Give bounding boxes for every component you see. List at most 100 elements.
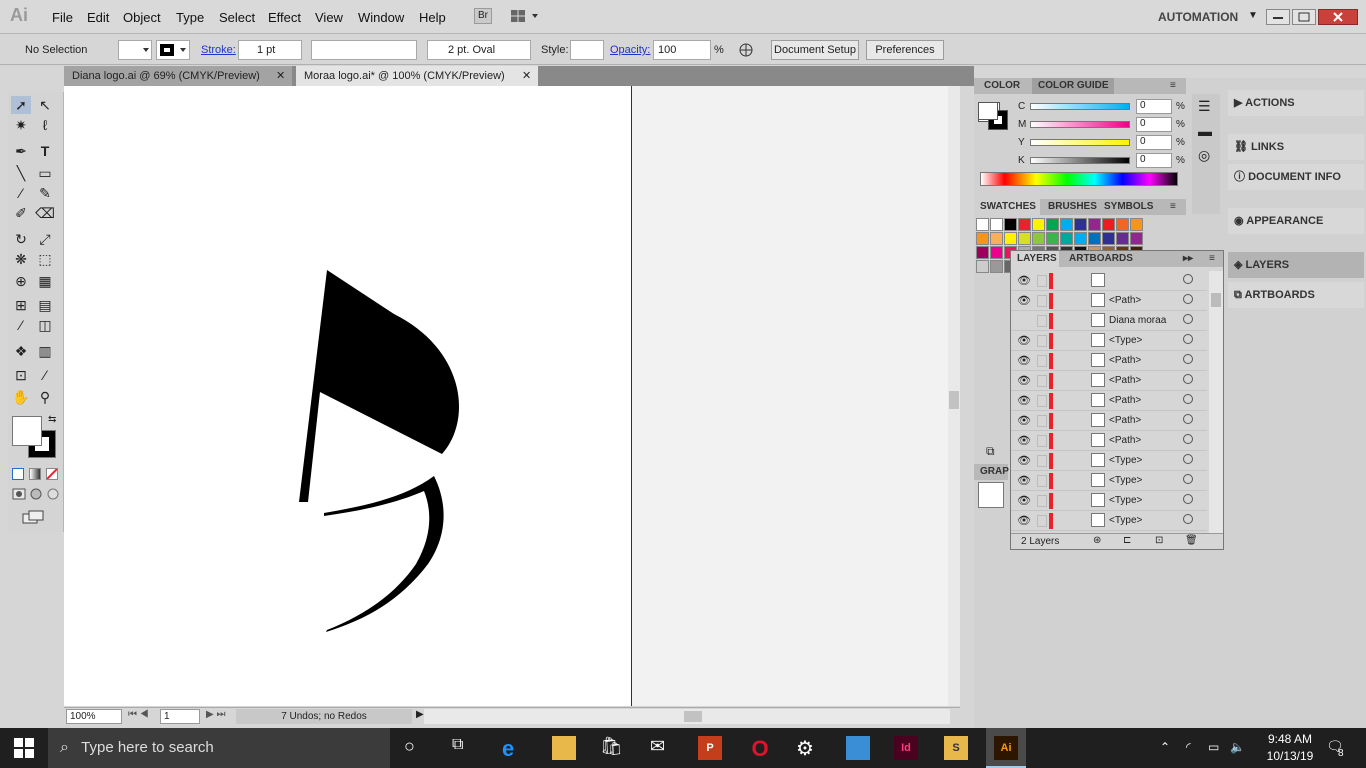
lock-toggle[interactable] (1037, 435, 1047, 447)
zoom-field[interactable]: 100% (66, 709, 122, 724)
chevron-down-icon[interactable]: ▼ (1248, 10, 1258, 21)
layer-name[interactable]: Diana moraa (1109, 315, 1166, 326)
layer-row[interactable]: 👁 <Type> (1011, 451, 1207, 471)
dock-artboards[interactable]: ⧉ ARTBOARDS (1228, 282, 1364, 308)
layer-name[interactable]: <Path> (1109, 295, 1141, 306)
mail-icon[interactable]: ✉ (650, 736, 674, 760)
target-icon[interactable] (1183, 294, 1193, 304)
swatch-chip[interactable] (976, 218, 989, 231)
swatch-chip[interactable] (1102, 218, 1115, 231)
layer-name[interactable]: <Path> (1109, 415, 1141, 426)
artboard-number-field[interactable]: 1 (160, 709, 200, 724)
layer-row[interactable]: 👁 <Path> (1011, 391, 1207, 411)
eye-icon[interactable]: 👁 (1017, 494, 1031, 507)
slice-tool-icon[interactable]: ⁄ (35, 366, 55, 384)
pen-tool-icon[interactable]: ✒ (11, 142, 31, 160)
workspace-switcher[interactable]: AUTOMATION (1158, 10, 1238, 24)
tab-color-guide[interactable]: COLOR GUIDE (1032, 78, 1114, 94)
swatch-chip[interactable] (1032, 218, 1045, 231)
graphic-styles-tab[interactable]: GRAP (974, 464, 1009, 480)
dock-document-info[interactable]: ⓘ DOCUMENT INFO (1228, 164, 1364, 190)
pencil-tool-icon[interactable]: ✎ (35, 184, 55, 202)
menu-view[interactable]: View (315, 10, 343, 25)
channel-y-field[interactable]: 0 (1136, 135, 1172, 150)
perspective-grid-tool-icon[interactable]: ▦ (35, 272, 55, 290)
clock-time[interactable]: 9:48 AM (1260, 732, 1320, 746)
layer-row[interactable]: Diana moraa (1011, 311, 1207, 331)
shape-builder-tool-icon[interactable]: ⊕ (11, 272, 31, 290)
layer-name[interactable]: <Path> (1109, 395, 1141, 406)
lock-toggle[interactable] (1037, 375, 1047, 387)
bridge-button[interactable]: Br (474, 8, 492, 24)
layer-name[interactable]: <Path> (1109, 375, 1141, 386)
target-icon[interactable] (1183, 474, 1193, 484)
eye-icon[interactable]: 👁 (1017, 414, 1031, 427)
swatch-chip[interactable] (1018, 218, 1031, 231)
fill-color-dropdown[interactable] (118, 40, 152, 60)
opera-icon[interactable]: O (748, 736, 772, 761)
cortana-icon[interactable]: ○ (404, 736, 428, 760)
layer-row[interactable]: 👁 <Type> (1011, 471, 1207, 491)
target-icon[interactable] (1183, 434, 1193, 444)
color-spectrum[interactable] (980, 172, 1178, 186)
dock-layers[interactable]: ◈ LAYERS (1228, 252, 1364, 278)
swatch-chip[interactable] (1004, 232, 1017, 245)
swatch-chip[interactable] (1004, 218, 1017, 231)
swatch-library-icon[interactable]: ⧉ (986, 444, 995, 459)
swatch-chip[interactable] (1116, 218, 1129, 231)
swatch-chip[interactable] (1018, 232, 1031, 245)
locate-object-icon[interactable]: ⊛ (1093, 535, 1101, 546)
restore-button[interactable] (1292, 9, 1316, 25)
minimize-button[interactable] (1266, 9, 1290, 25)
swatch-chip[interactable] (1060, 232, 1073, 245)
eye-icon[interactable]: 👁 (1017, 354, 1031, 367)
layer-name[interactable]: <Type> (1109, 515, 1142, 526)
menu-object[interactable]: Object (123, 10, 161, 25)
target-icon[interactable] (1183, 354, 1193, 364)
lock-toggle[interactable] (1037, 315, 1047, 327)
channel-m-field[interactable]: 0 (1136, 117, 1172, 132)
draw-inside-icon[interactable] (46, 488, 60, 500)
rotate-tool-icon[interactable]: ↻ (11, 230, 31, 248)
color-fill-front[interactable] (978, 102, 998, 120)
swatch-chip[interactable] (1130, 218, 1143, 231)
store-icon[interactable]: 🛍 (600, 736, 624, 760)
layer-name[interactable]: <Path> (1109, 355, 1141, 366)
layer-row[interactable]: 👁 (1011, 271, 1207, 291)
lock-toggle[interactable] (1037, 415, 1047, 427)
lock-toggle[interactable] (1037, 395, 1047, 407)
collapse-icon[interactable]: ▸▸ (1183, 251, 1193, 267)
layer-row[interactable]: 👁 <Path> (1011, 431, 1207, 451)
line-tool-icon[interactable]: ╲ (11, 164, 31, 182)
artboard-next-icon[interactable]: ▶ ⏭ (206, 709, 225, 720)
artboard-first-icon[interactable]: ⏮ ◀ (128, 709, 149, 720)
lock-toggle[interactable] (1037, 475, 1047, 487)
column-graph-tool-icon[interactable]: ▥ (35, 342, 55, 360)
tab-color[interactable]: COLOR (974, 80, 1020, 91)
tab-moraa-logo[interactable]: Moraa logo.ai* @ 100% (CMYK/Preview) ✕ (296, 66, 538, 86)
eye-icon[interactable]: 👁 (1017, 434, 1031, 447)
recolor-artwork-button[interactable] (736, 40, 764, 60)
menu-window[interactable]: Window (358, 10, 404, 25)
volume-icon[interactable]: 🔈 (1230, 740, 1245, 754)
document-setup-button[interactable]: Document Setup (771, 40, 859, 60)
windows-start-icon[interactable] (14, 738, 34, 758)
tab-artboards[interactable]: ARTBOARDS (1067, 251, 1133, 267)
tab-diana-logo[interactable]: Diana logo.ai @ 69% (CMYK/Preview) ✕ (64, 66, 292, 86)
eye-icon[interactable]: 👁 (1017, 334, 1031, 347)
target-icon[interactable] (1183, 394, 1193, 404)
swatch-chip[interactable] (990, 260, 1003, 273)
close-icon[interactable]: ✕ (522, 66, 531, 86)
opacity-label[interactable]: Opacity: (610, 44, 650, 56)
graphic-style-swatch[interactable] (978, 482, 1004, 508)
channel-m-slider[interactable] (1030, 121, 1130, 128)
layer-name[interactable]: <Type> (1109, 475, 1142, 486)
new-sublayer-icon[interactable]: ⊡ (1155, 535, 1163, 546)
mesh-tool-icon[interactable]: ⊞ (11, 296, 31, 314)
clipping-mask-icon[interactable]: ⊏ (1123, 535, 1131, 546)
swatch-chip[interactable] (1074, 232, 1087, 245)
media-player-icon[interactable] (846, 736, 870, 760)
close-window-button[interactable] (1318, 9, 1358, 25)
opacity-field[interactable]: 100 (653, 40, 711, 60)
preferences-button[interactable]: Preferences (866, 40, 944, 60)
